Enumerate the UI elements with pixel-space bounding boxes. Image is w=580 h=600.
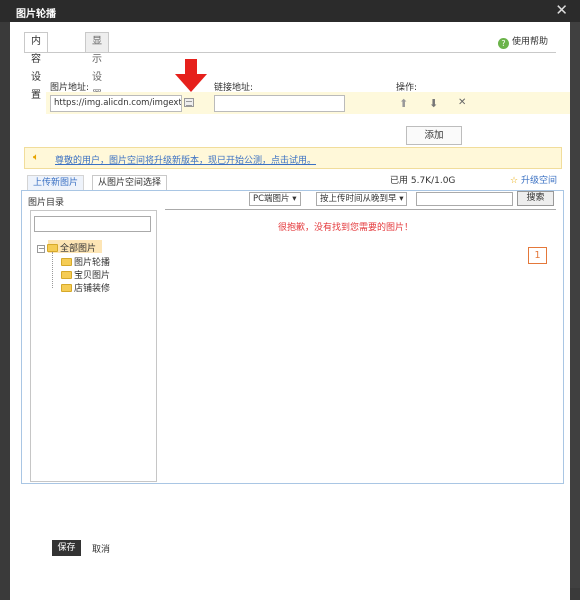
close-icon[interactable]: ✕	[555, 1, 568, 19]
cancel-button[interactable]: 取消	[92, 542, 110, 555]
annotation-arrow-icon	[175, 59, 207, 92]
tab-upload-image[interactable]: 上传新图片	[27, 175, 85, 191]
collapse-icon[interactable]: −	[37, 245, 45, 253]
folder-icon	[47, 244, 58, 252]
device-filter-select[interactable]: PC端图片 ▾	[249, 192, 301, 206]
tree-item-label: 宝贝图片	[74, 271, 111, 281]
background-right	[570, 22, 580, 600]
link-url-field[interactable]	[214, 95, 345, 112]
tab-choose-from-space[interactable]: 从图片空间选择	[92, 175, 168, 191]
choose-image-icon[interactable]	[184, 98, 194, 107]
tree-item-label: 店铺装修	[74, 284, 111, 294]
folder-icon	[61, 258, 72, 266]
tree-item-carousel[interactable]: 图片轮播	[61, 255, 110, 268]
tree-root-all-images[interactable]: − 全部图片	[37, 241, 96, 254]
tabs-divider	[24, 52, 556, 53]
empty-results-message: 很抱歉，没有找到您需要的图片！	[278, 223, 414, 233]
question-circle-icon: ?	[497, 38, 509, 49]
tree-item-label: 图片轮播	[74, 258, 111, 268]
pagination-page-1[interactable]: 1	[528, 247, 547, 264]
folder-icon	[61, 284, 72, 292]
dialog-titlebar: 图片轮播 ✕	[0, 0, 580, 22]
directory-search-input[interactable]	[34, 216, 151, 232]
delete-icon[interactable]: ✕	[458, 97, 466, 108]
notice-link[interactable]: 尊敬的用户，图片空间将升级新版本，现已开始公测，点击试用。	[55, 153, 316, 166]
tab-display-settings[interactable]: 显示设置	[85, 32, 109, 101]
notice-bar: 🔈︎ 尊敬的用户，图片空间将升级新版本，现已开始公测，点击试用。	[24, 147, 562, 169]
tree-root-label: 全部图片	[60, 244, 97, 254]
search-button[interactable]: 搜索	[517, 191, 554, 206]
tab-content-settings[interactable]: 内容设置	[24, 32, 48, 101]
tree-connector	[52, 252, 53, 288]
move-up-icon[interactable]: ⬆	[399, 97, 408, 110]
save-button[interactable]: 保存	[52, 540, 81, 556]
results-divider	[165, 209, 556, 210]
storage-usage: 已用 5.7K/1.0G	[390, 176, 456, 186]
sort-order-select[interactable]: 按上传时间从晚到早 ▾	[316, 192, 408, 206]
help-label: 使用帮助	[511, 37, 548, 47]
folder-icon	[61, 271, 72, 279]
dialog-body: 内容设置 显示设置 ?使用帮助 图片地址: 链接地址: 操作: https://…	[10, 22, 570, 600]
help-link[interactable]: ? 使用帮助	[497, 34, 548, 49]
move-down-icon[interactable]: ⬇	[429, 97, 438, 110]
image-search-input[interactable]	[416, 192, 513, 206]
speaker-icon: 🔈︎	[33, 152, 39, 163]
image-url-field[interactable]: https://img.alicdn.com/imgextra/	[50, 95, 182, 112]
background-left	[0, 22, 10, 600]
star-icon: ☆	[510, 176, 519, 186]
tree-item-store-decoration[interactable]: 店铺装修	[61, 281, 110, 294]
add-button[interactable]: 添加	[406, 126, 462, 145]
directory-title: 图片目录	[28, 198, 65, 208]
upgrade-label: 升级空间	[520, 176, 557, 186]
tree-item-product-images[interactable]: 宝贝图片	[61, 268, 110, 281]
upgrade-space-link[interactable]: ☆ 升级空间	[510, 173, 557, 186]
dialog-title: 图片轮播	[16, 9, 56, 20]
